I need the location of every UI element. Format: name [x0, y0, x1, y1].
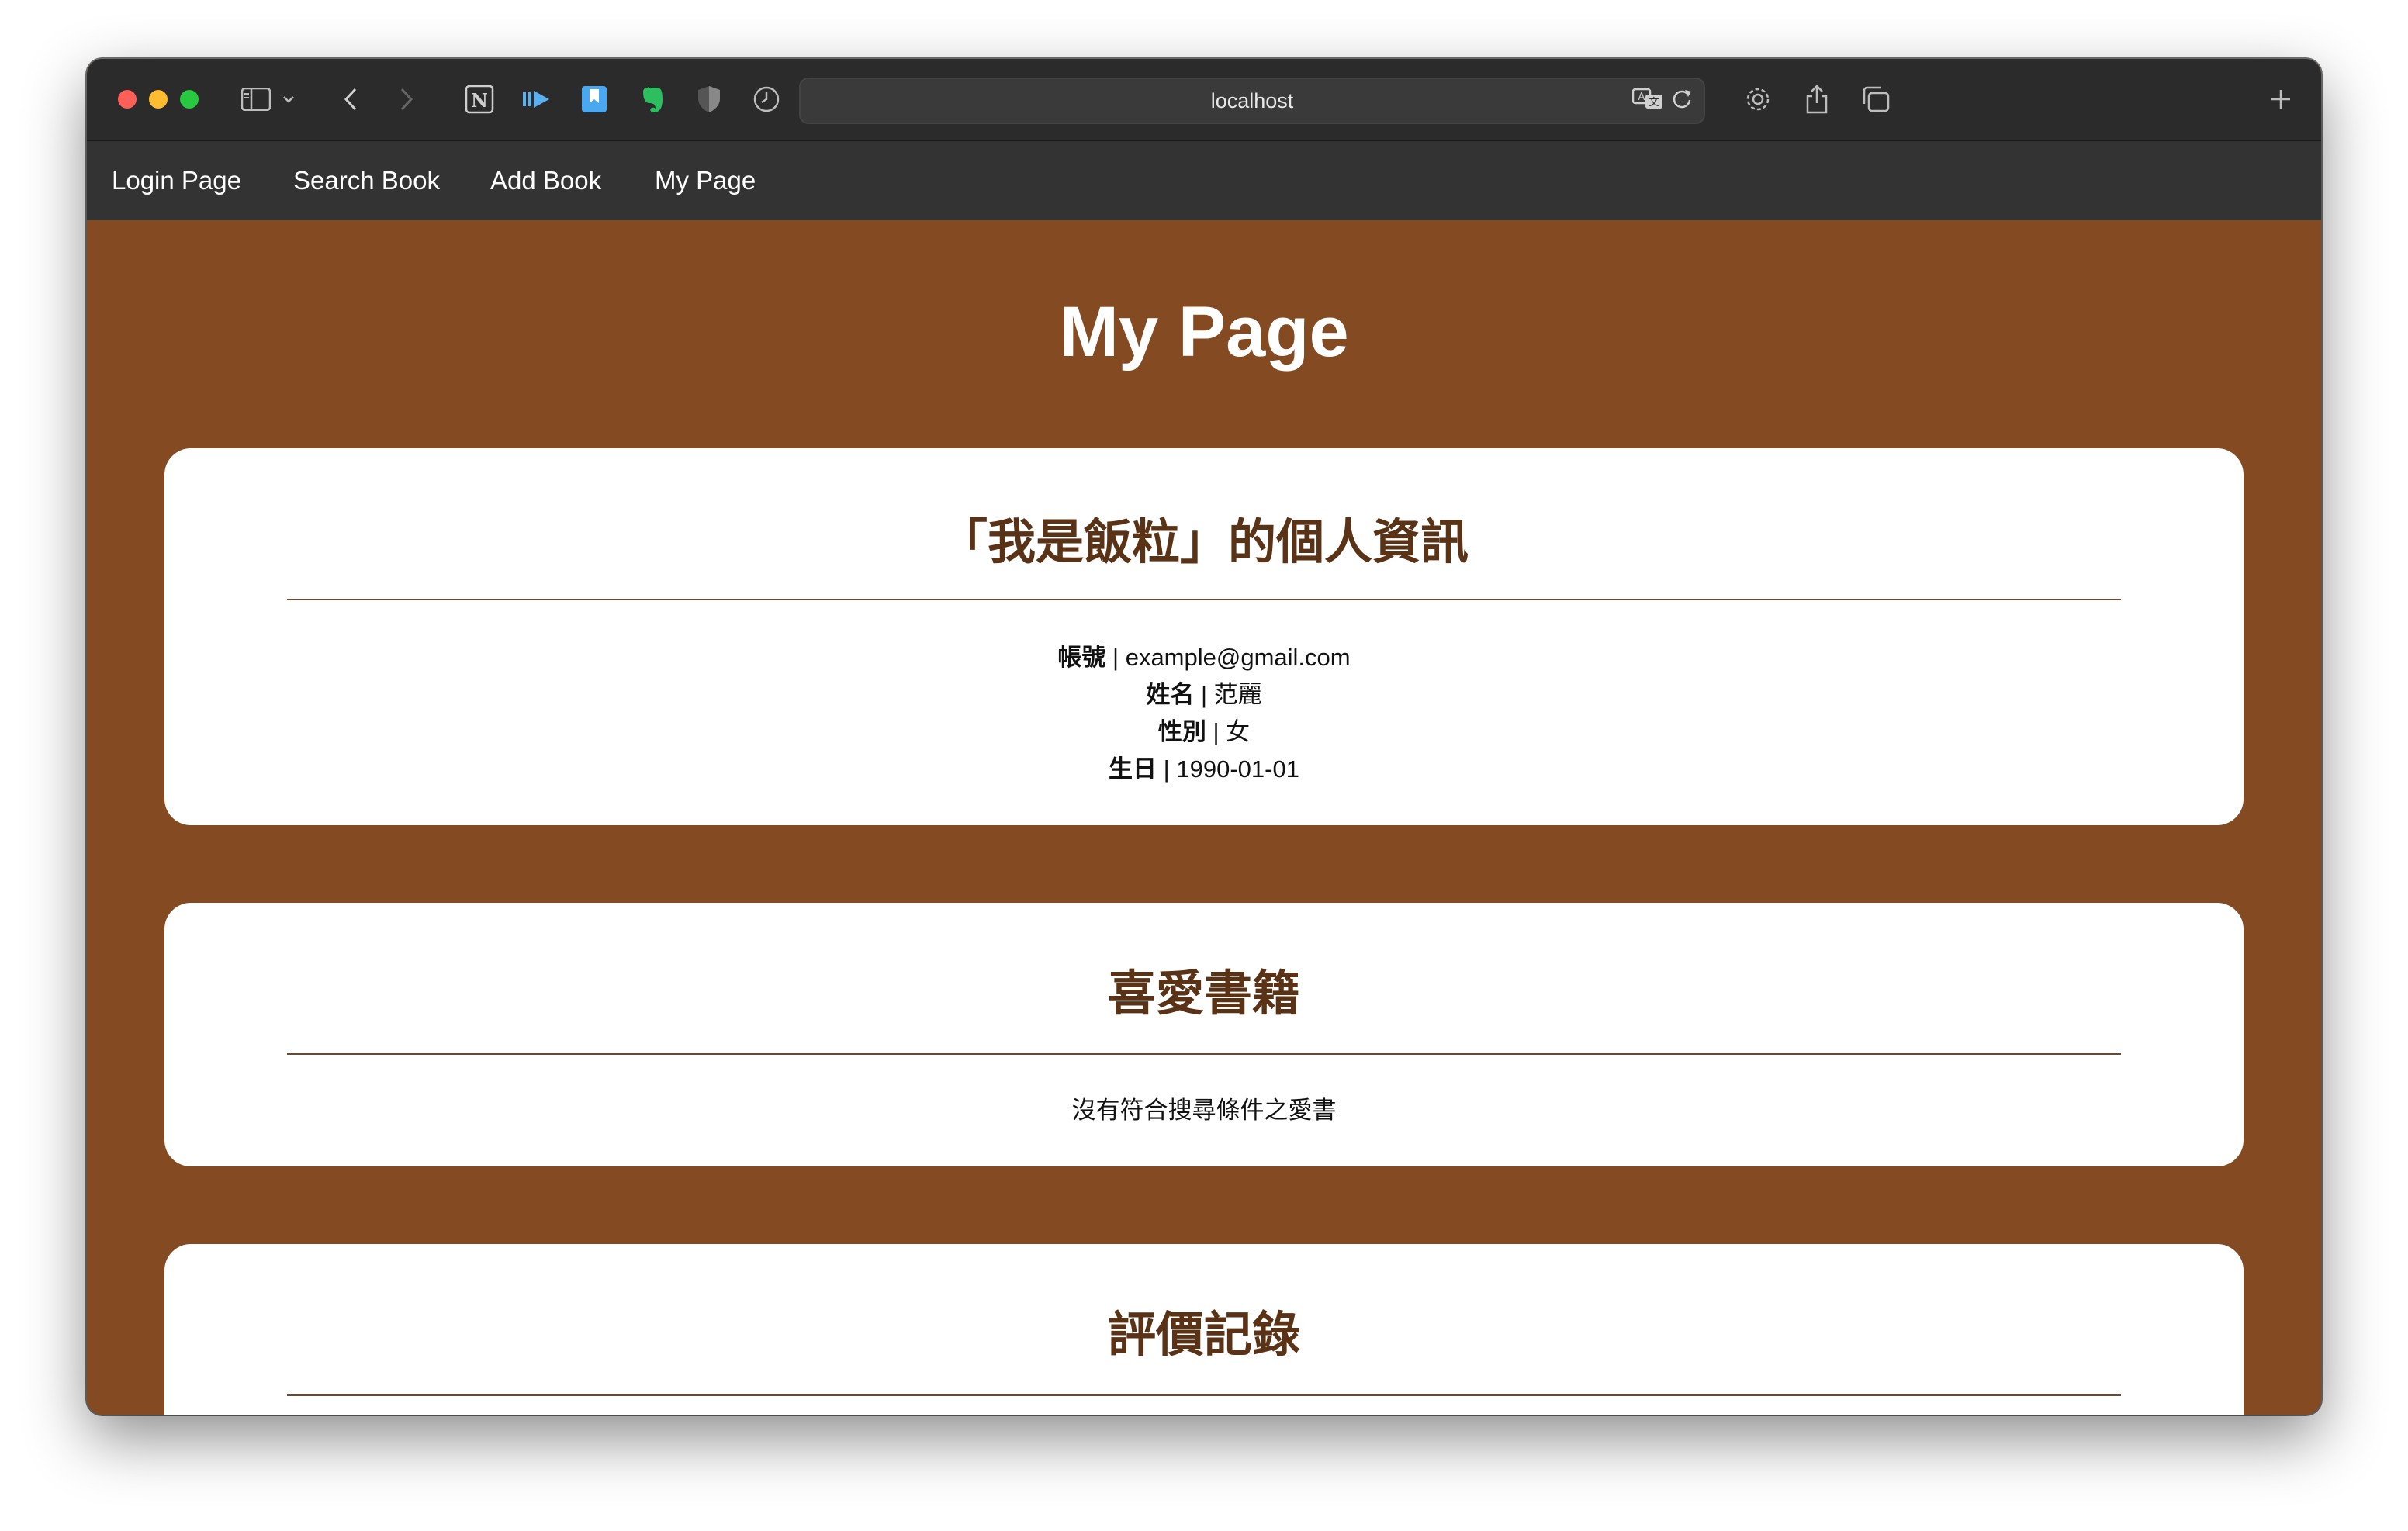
review-history-card: 評價記錄: [164, 1244, 2244, 1415]
translate-icon[interactable]: A文: [1631, 87, 1663, 116]
nav-login-page-link[interactable]: Login Page: [112, 166, 241, 195]
sidebar-toggle-icon[interactable]: [239, 82, 273, 116]
birthday-label: 生日: [1109, 755, 1157, 783]
profile-divider: [287, 599, 2121, 600]
nav-add-book-link[interactable]: Add Book: [490, 166, 601, 195]
settings-gear-icon[interactable]: [1741, 82, 1775, 116]
shield-icon[interactable]: [692, 82, 726, 116]
nav-search-book-link[interactable]: Search Book: [293, 166, 440, 195]
birthday-row: 生日 | 1990-01-01: [164, 749, 2244, 784]
svg-text:文: 文: [1649, 97, 1659, 109]
new-tab-plus-icon[interactable]: [2264, 82, 2298, 116]
reviews-divider: [287, 1394, 2121, 1396]
profile-card-title: 「我是飯粒」的個人資訊: [939, 516, 1469, 569]
gender-label: 性別: [1157, 718, 1206, 745]
svg-text:N: N: [471, 89, 488, 112]
favorite-books-title: 喜愛書籍: [1107, 967, 1300, 1021]
separator: |: [1112, 644, 1119, 671]
account-value: example@gmail.com: [1125, 644, 1351, 671]
name-row: 姓名 | 范麗: [164, 675, 2244, 710]
reload-icon[interactable]: [1671, 87, 1693, 116]
bookmark-icon[interactable]: [577, 82, 611, 116]
share-icon[interactable]: [1800, 82, 1834, 116]
separator: |: [1200, 681, 1208, 708]
gender-value: 女: [1226, 718, 1251, 745]
name-value: 范麗: [1213, 681, 1262, 708]
forward-arrow-icon[interactable]: [389, 82, 424, 116]
evernote-icon[interactable]: [635, 82, 669, 116]
account-label: 帳號: [1057, 644, 1106, 671]
browser-toolbar: N localhost A文: [87, 59, 2321, 141]
chevron-down-icon[interactable]: [279, 82, 298, 116]
history-clock-icon[interactable]: [749, 82, 784, 116]
site-navbar: Login Page Search Book Add Book My Page: [87, 141, 2321, 220]
nav-my-page-link[interactable]: My Page: [655, 166, 756, 195]
separator: |: [1163, 755, 1170, 783]
minimize-window-button[interactable]: [149, 90, 168, 109]
account-row: 帳號 | example@gmail.com: [164, 638, 2244, 672]
name-label: 姓名: [1146, 681, 1195, 708]
favorites-empty-message: 沒有符合搜尋條件之愛書: [1071, 1097, 1337, 1124]
favorite-books-card: 喜愛書籍 沒有符合搜尋條件之愛書: [164, 903, 2244, 1166]
url-text: localhost: [1210, 88, 1294, 112]
zoom-window-button[interactable]: [180, 90, 199, 109]
profile-card: 「我是飯粒」的個人資訊 帳號 | example@gmail.com 姓名 | …: [164, 448, 2244, 825]
svg-text:A: A: [1638, 92, 1645, 103]
favorites-divider: [287, 1053, 2121, 1055]
birthday-value: 1990-01-01: [1176, 755, 1299, 783]
close-window-button[interactable]: [118, 90, 137, 109]
notion-icon[interactable]: N: [462, 82, 496, 116]
browser-window: N localhost A文 Login Page Search Book Ad…: [87, 59, 2321, 1415]
separator: |: [1213, 718, 1220, 745]
back-arrow-icon[interactable]: [334, 82, 368, 116]
address-bar[interactable]: localhost A文: [799, 78, 1705, 124]
gender-row: 性別 | 女: [164, 712, 2244, 747]
review-history-title: 評價記錄: [1107, 1308, 1300, 1362]
playback-icon[interactable]: [520, 82, 554, 116]
page-title: My Page: [1059, 292, 1349, 372]
tabs-overview-icon[interactable]: [1859, 82, 1893, 116]
